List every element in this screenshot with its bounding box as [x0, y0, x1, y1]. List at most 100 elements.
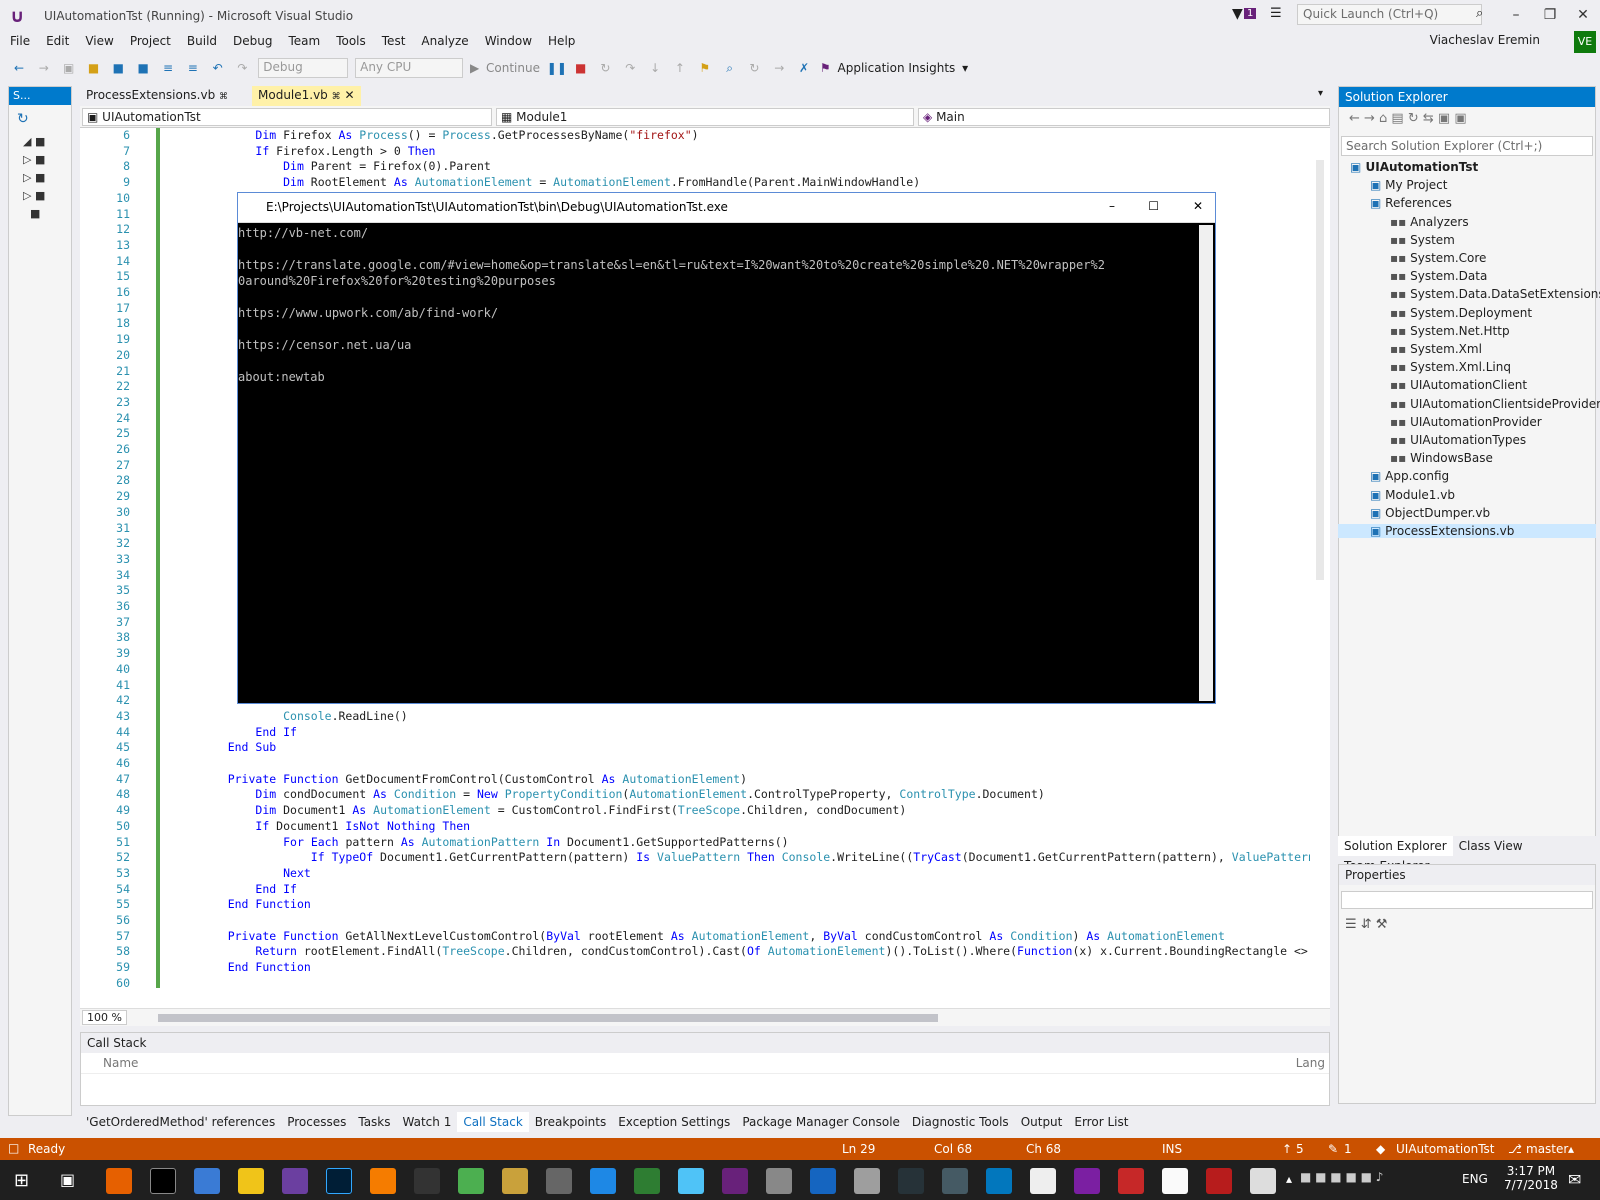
solution-explorer-toolbar[interactable]: ← → ⌂ ▤ ↻ ⇆ ▣ ▣	[1339, 107, 1595, 130]
stop-debugging-icon[interactable]: ■	[572, 59, 590, 77]
tree-item[interactable]: ▣ References	[1370, 196, 1452, 210]
forward-icon[interactable]: →	[35, 59, 53, 77]
bookmark-icon[interactable]: ✗	[795, 59, 813, 77]
step-over-icon[interactable]: ↷	[621, 59, 639, 77]
step-out-icon[interactable]: ↑	[671, 59, 689, 77]
quick-launch-input[interactable]: Quick Launch (Ctrl+Q)	[1297, 4, 1482, 25]
tree-item[interactable]: ▪▪ UIAutomationClient	[1390, 378, 1527, 392]
menu-analyze[interactable]: Analyze	[413, 32, 476, 50]
continue-button[interactable]: Continue	[486, 61, 540, 75]
pin-icon[interactable]: ⌘	[332, 92, 341, 102]
refresh-icon[interactable]: ↻	[9, 105, 71, 133]
menu-file[interactable]: File	[0, 32, 38, 50]
visual-studio-icon[interactable]	[722, 1168, 748, 1194]
tree-item[interactable]: ▪▪ UIAutomationTypes	[1390, 433, 1526, 447]
column-lang[interactable]: Lang	[1296, 1056, 1325, 1070]
console-close-button[interactable]: ✕	[1193, 199, 1203, 213]
tree-item[interactable]: ▣ My Project	[1370, 178, 1447, 192]
bottom-tab[interactable]: Processes	[281, 1112, 352, 1132]
chevron-down-icon[interactable]: ▾	[962, 61, 968, 75]
properties-toolbar[interactable]: ☰ ⇵ ⚒	[1339, 915, 1595, 934]
tree-item[interactable]: ▣ ObjectDumper.vb	[1370, 506, 1490, 520]
menu-build[interactable]: Build	[179, 32, 225, 50]
chevron-up-icon[interactable]: ▴	[1286, 1172, 1292, 1186]
tree-item[interactable]: ▪▪ UIAutomationProvider	[1390, 415, 1542, 429]
close-icon[interactable]: ✕	[344, 88, 354, 102]
repo-icon[interactable]: ◆	[1376, 1142, 1385, 1156]
code-line[interactable]: 52 If TypeOf Document1.GetCurrentPattern…	[80, 850, 1310, 866]
app-icon[interactable]	[898, 1168, 924, 1194]
up-arrow-icon[interactable]: ↑	[1282, 1142, 1292, 1156]
tab-module1[interactable]: Module1.vb ⌘ ✕	[252, 86, 361, 106]
undo-icon[interactable]: ↶	[209, 59, 227, 77]
left-tool-window-title[interactable]: S...	[9, 87, 71, 105]
clock[interactable]: 3:17 PM 7/7/2018	[1504, 1164, 1558, 1192]
status-edit-count[interactable]: 1	[1344, 1142, 1352, 1156]
code-line[interactable]: 44 End If	[80, 725, 1310, 741]
save-all-icon[interactable]: ■	[134, 59, 152, 77]
tab-overflow-icon[interactable]: ▾	[1318, 88, 1323, 99]
console-scrollbar[interactable]	[1199, 225, 1213, 701]
windows-start-icon[interactable]: ⊞	[14, 1170, 29, 1191]
menu-project[interactable]: Project	[122, 32, 179, 50]
save-icon[interactable]: ■	[109, 59, 127, 77]
back-icon[interactable]: ←	[10, 59, 28, 77]
code-line[interactable]: 58 Return rootElement.FindAll(TreeScope.…	[80, 944, 1310, 960]
bottom-tab[interactable]: Error List	[1068, 1112, 1134, 1132]
search-icon[interactable]: ⌕	[1476, 6, 1483, 21]
blender-icon[interactable]	[370, 1168, 396, 1194]
tree-item[interactable]: ▪▪ Analyzers	[1390, 215, 1469, 229]
menu-window[interactable]: Window	[477, 32, 540, 50]
menu-debug[interactable]: Debug	[225, 32, 280, 50]
open-folder-icon[interactable]: ■	[84, 59, 102, 77]
bottom-tab[interactable]: Exception Settings	[612, 1112, 736, 1132]
tree-item[interactable]: ▪▪ System.Data	[1390, 269, 1487, 283]
code-line[interactable]: 45 End Sub	[80, 740, 1310, 756]
console-minimize-button[interactable]: –	[1109, 199, 1115, 213]
app-icon[interactable]	[282, 1168, 308, 1194]
tree-item[interactable]: ▣ Module1.vb	[1370, 488, 1455, 502]
filezilla-icon[interactable]	[1206, 1168, 1232, 1194]
app-icon[interactable]	[1250, 1168, 1276, 1194]
solution-explorer-title[interactable]: Solution Explorer	[1339, 87, 1595, 107]
visual-studio-code-icon[interactable]	[1074, 1168, 1100, 1194]
code-line[interactable]: 53 Next	[80, 866, 1310, 882]
console-window[interactable]: E:\Projects\UIAutomationTst\UIAutomation…	[237, 192, 1216, 704]
menu-team[interactable]: Team	[280, 32, 328, 50]
feedback-icon[interactable]: ☰	[1270, 6, 1282, 21]
project-nav-select[interactable]: ▣ UIAutomationTst	[82, 108, 492, 126]
app-icon[interactable]	[986, 1168, 1012, 1194]
comment-icon[interactable]: ≡	[159, 59, 177, 77]
app-icon[interactable]	[766, 1168, 792, 1194]
zoom-select[interactable]: 100 %	[82, 1010, 127, 1025]
solution-platform-select[interactable]: Any CPU	[355, 58, 464, 78]
navigate-icon[interactable]: →	[770, 59, 788, 77]
code-line[interactable]: 54 End If	[80, 882, 1310, 898]
code-line[interactable]: 49 Dim Document1 As AutomationElement = …	[80, 803, 1310, 819]
task-view-icon[interactable]: ▣	[60, 1170, 75, 1189]
menu-help[interactable]: Help	[540, 32, 583, 50]
app-icon[interactable]	[810, 1168, 836, 1194]
menu-tools[interactable]: Tools	[328, 32, 374, 50]
break-all-icon[interactable]: ❚❚	[547, 59, 567, 77]
tree-item[interactable]: ▪▪ System.Xml.Linq	[1390, 360, 1511, 374]
bottom-tab[interactable]: Breakpoints	[529, 1112, 612, 1132]
tab-solution-explorer[interactable]: Solution Explorer	[1338, 836, 1453, 856]
menu-edit[interactable]: Edit	[38, 32, 77, 50]
tree-item[interactable]: ▪▪ System.Xml	[1390, 342, 1482, 356]
tree-item[interactable]: ▪▪ System.Deployment	[1390, 306, 1532, 320]
editor-scrollbar[interactable]	[1316, 160, 1324, 580]
code-line[interactable]: 7 If Firefox.Length > 0 Then	[80, 144, 1310, 160]
tab-process-extensions[interactable]: ProcessExtensions.vb ⌘	[80, 86, 234, 106]
status-push-count[interactable]: 5	[1296, 1142, 1304, 1156]
tree-arrows[interactable]: ◢ ■ ▷ ■ ▷ ■ ▷ ■ ■	[9, 133, 71, 223]
member-nav-select[interactable]: ◈ Main	[918, 108, 1330, 126]
app-icon[interactable]	[678, 1168, 704, 1194]
solution-config-select[interactable]: Debug	[258, 58, 349, 78]
code-line[interactable]: 51 For Each pattern As AutomationPattern…	[80, 835, 1310, 851]
app-icon[interactable]	[502, 1168, 528, 1194]
bottom-tab[interactable]: Watch 1	[397, 1112, 458, 1132]
properties-object-select[interactable]	[1341, 891, 1593, 909]
code-line[interactable]: 50 If Document1 IsNot Nothing Then	[80, 819, 1310, 835]
avatar[interactable]: VE	[1574, 31, 1596, 53]
